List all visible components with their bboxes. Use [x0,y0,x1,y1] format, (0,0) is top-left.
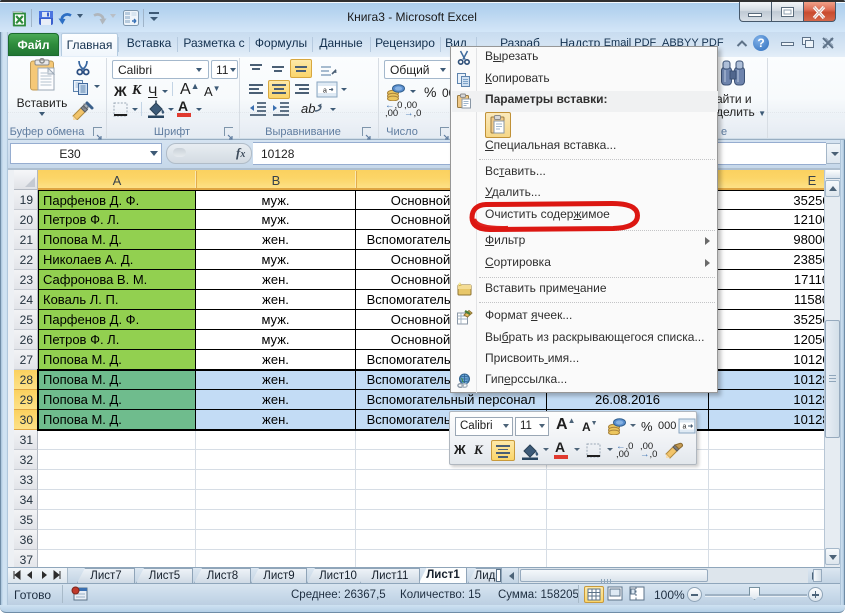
svg-text:a: a [323,88,327,95]
svg-text:a: a [683,424,687,431]
svg-text:ab: ab [301,101,315,116]
